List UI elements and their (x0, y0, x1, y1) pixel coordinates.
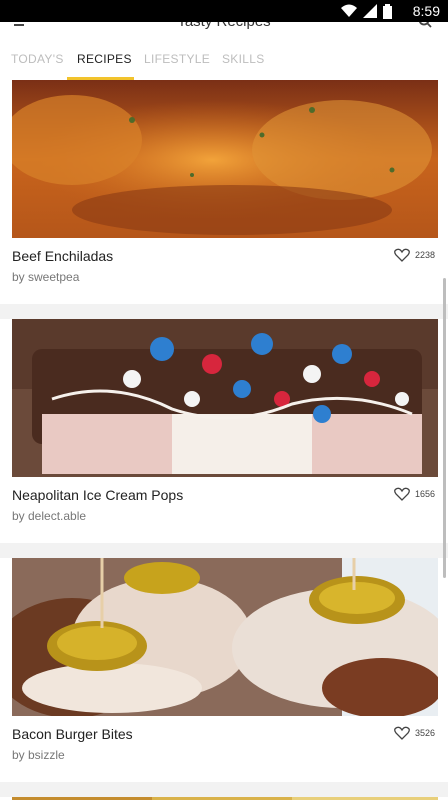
like-count: 3526 (414, 728, 435, 738)
enchiladas-image (12, 80, 438, 238)
search-icon[interactable] (418, 22, 432, 28)
recipe-card[interactable]: Neapolitan Ice Cream Pops by delect.able… (0, 319, 448, 543)
like-count: 2238 (414, 250, 435, 260)
heart-icon[interactable] (394, 487, 410, 501)
like-control[interactable]: 2238 (394, 248, 435, 262)
recipe-name[interactable]: Beef Enchiladas (12, 248, 113, 264)
app-bar: Tasty Recipes (0, 22, 448, 38)
recipe-name[interactable]: Bacon Burger Bites (12, 726, 133, 742)
cell-signal-icon (363, 4, 377, 18)
recipe-feed[interactable]: Beef Enchiladas by sweetpea 2238 Neapoli… (0, 80, 448, 800)
tab-recipes[interactable]: RECIPES (77, 52, 132, 66)
like-control[interactable]: 1656 (394, 487, 435, 501)
status-bar: 8:59 (0, 0, 448, 22)
like-count: 1656 (414, 489, 435, 499)
like-control[interactable]: 3526 (394, 726, 435, 740)
recipe-author[interactable]: by sweetpea (12, 270, 79, 284)
recipe-photo[interactable] (12, 319, 438, 477)
app-title: Tasty Recipes (0, 22, 448, 30)
recipe-card[interactable]: Bacon Burger Bites by bsizzle 3526 (0, 558, 448, 782)
status-time: 8:59 (412, 3, 440, 19)
recipe-card[interactable]: Beef Enchiladas by sweetpea 2238 (0, 80, 448, 304)
bacon-burger-bites-image (12, 558, 438, 716)
battery-icon (383, 3, 392, 19)
recipe-author[interactable]: by bsizzle (12, 748, 65, 762)
wifi-icon (341, 4, 357, 17)
tab-lifestyle[interactable]: LIFESTYLE (144, 52, 210, 66)
tab-bar: TODAY'S RECIPES LIFESTYLE SKILLS (0, 38, 448, 80)
tab-skills[interactable]: SKILLS (222, 52, 265, 66)
heart-icon[interactable] (394, 726, 410, 740)
ice-cream-pops-image (12, 319, 438, 477)
scrollbar[interactable] (443, 278, 446, 578)
heart-icon[interactable] (394, 248, 410, 262)
recipe-name[interactable]: Neapolitan Ice Cream Pops (12, 487, 183, 503)
status-icons (341, 3, 392, 19)
recipe-author[interactable]: by delect.able (12, 509, 86, 523)
recipe-photo[interactable] (12, 558, 438, 716)
recipe-photo[interactable] (12, 80, 438, 238)
tab-todays[interactable]: TODAY'S (11, 52, 64, 66)
